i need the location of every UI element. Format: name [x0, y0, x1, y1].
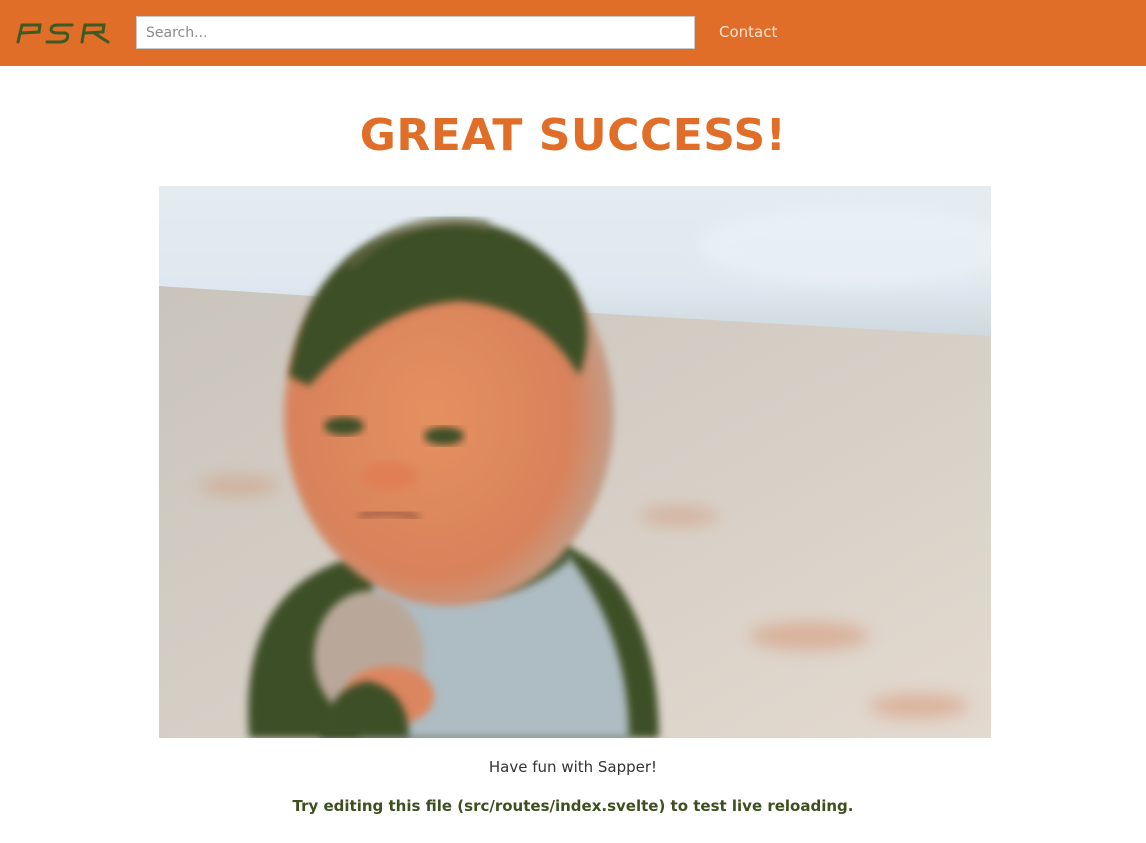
psr-logo[interactable] — [14, 20, 112, 46]
navbar: Contact — [0, 0, 1146, 66]
hero-image — [159, 186, 991, 738]
hint-text: Try editing this file (src/routes/index.… — [292, 797, 854, 815]
nav-link-contact[interactable]: Contact — [719, 23, 777, 41]
caption-text: Have fun with Sapper! — [488, 758, 658, 776]
page-title: GREAT SUCCESS! — [359, 110, 787, 161]
search-input[interactable] — [136, 16, 695, 49]
